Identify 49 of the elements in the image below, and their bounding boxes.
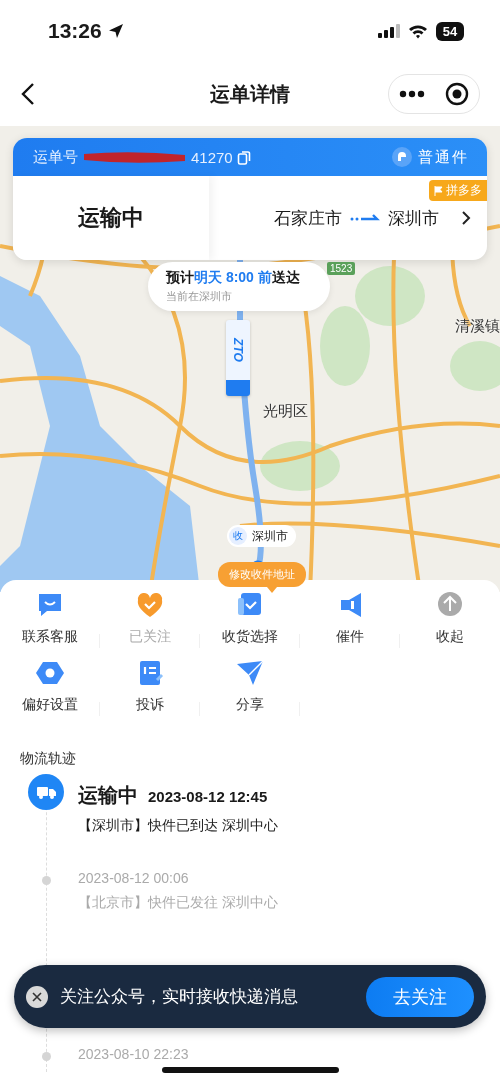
- event-detail: 【深圳市】快件已到达 深圳中心: [78, 817, 279, 835]
- toast-message: 关注公众号，实时接收快递消息: [60, 986, 299, 1008]
- action-button[interactable]: 收起: [400, 590, 500, 646]
- action-button[interactable]: 收货选择: [200, 590, 300, 646]
- action-button[interactable]: 偏好设置: [0, 658, 100, 714]
- close-button[interactable]: [26, 985, 48, 1008]
- waybill-card[interactable]: 运单号 41270 普通件 运输中 石家庄市 深圳市 拼多多: [13, 138, 487, 260]
- courier-marker: ZTO: [226, 320, 250, 396]
- clock-time: 13:26: [48, 19, 102, 43]
- tooltip-arrow: [267, 587, 277, 593]
- battery-indicator: 54: [436, 21, 464, 41]
- waybill-label: 运单号: [33, 147, 78, 167]
- heart-check-icon: [135, 590, 165, 620]
- current-location: 当前在深圳市: [166, 289, 233, 304]
- follow-button[interactable]: 去关注: [366, 976, 474, 1017]
- event-time: 2023-08-10 22:23: [78, 1046, 189, 1062]
- wifi-icon: [408, 23, 428, 39]
- close-icon: [32, 991, 42, 1002]
- chevron-right-icon: [461, 210, 471, 226]
- flag-icon: [434, 185, 443, 196]
- action-button[interactable]: 联系客服: [0, 590, 100, 646]
- action-button[interactable]: 催件: [300, 590, 400, 646]
- map-label: 清溪镇: [455, 317, 500, 336]
- destination-city: 深圳市: [388, 207, 439, 230]
- event-time: 2023-08-12 12:45: [148, 788, 268, 805]
- action-button[interactable]: 投诉: [100, 658, 200, 714]
- service-icon: [392, 147, 412, 167]
- eta-text: 预计明天 8:00 前送达: [166, 269, 301, 287]
- destination-pin: 收 深圳市: [227, 525, 296, 547]
- route-arrow-icon: [350, 213, 380, 223]
- event-status: 运输中: [78, 783, 138, 808]
- page-title: 运单详情: [209, 81, 291, 107]
- back-icon: [20, 82, 36, 106]
- shipment-status: 运输中: [13, 176, 209, 260]
- action-button[interactable]: 分享: [200, 658, 300, 714]
- service-type: 普通件: [418, 147, 469, 167]
- waybill-number: 41270: [191, 148, 233, 166]
- location-arrow-icon: [107, 23, 124, 39]
- target-icon: [445, 82, 469, 106]
- copy-icon[interactable]: [236, 149, 251, 165]
- signal-icon: [378, 24, 400, 38]
- event-detail: 【北京市】快件已发往 深圳中心: [78, 894, 279, 912]
- road-sign: 1523: [327, 262, 356, 275]
- map-label: 光明区: [263, 402, 308, 421]
- platform-tag: 拼多多: [429, 180, 487, 201]
- event-time: 2023-08-12 00:06: [78, 870, 189, 886]
- origin-city: 石家庄市: [274, 207, 342, 230]
- section-title: 物流轨迹: [20, 750, 77, 768]
- more-icon: [399, 90, 425, 98]
